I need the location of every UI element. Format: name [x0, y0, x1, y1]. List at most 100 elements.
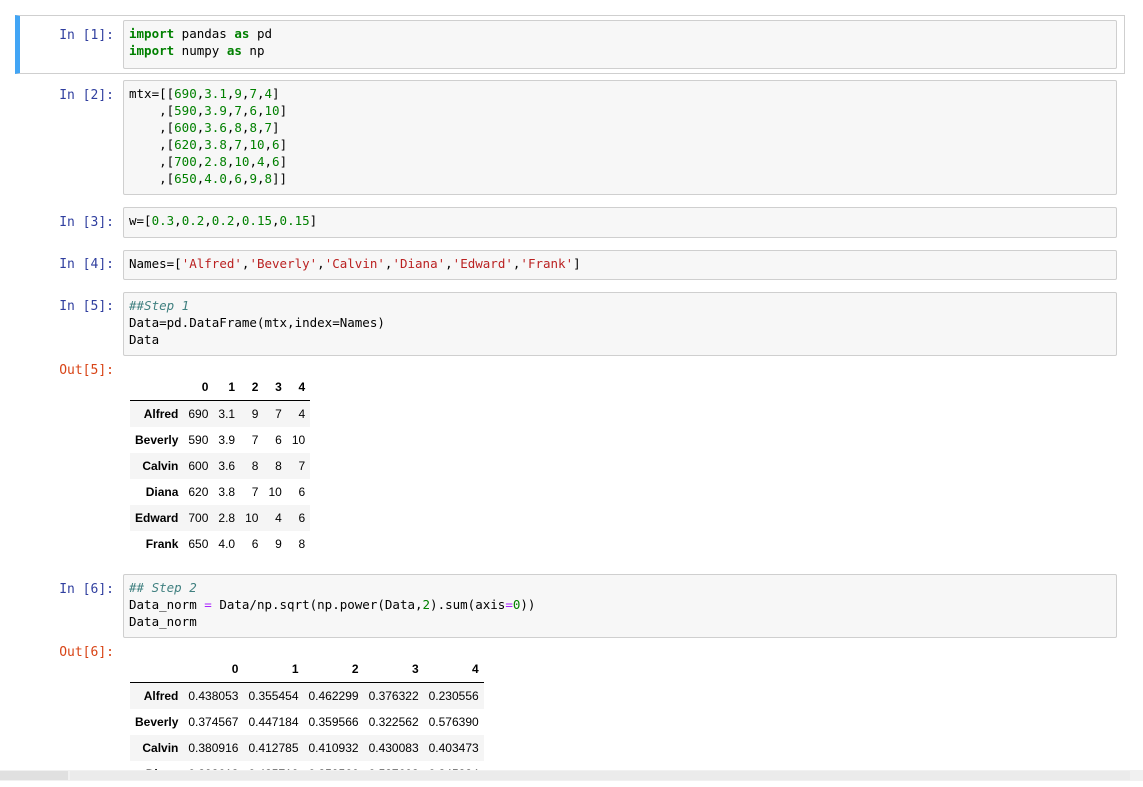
code-token: 0.15 [279, 213, 310, 228]
column-header: 1 [213, 374, 241, 401]
code-token: 700 [174, 154, 197, 169]
code-token: ##Step 1 [129, 298, 190, 313]
code-editor-1[interactable]: import pandas as pd import numpy as np [123, 20, 1117, 69]
row-label: Beverly [135, 433, 179, 447]
code-token: ] [309, 213, 318, 228]
horizontal-scrollbar[interactable] [0, 770, 1143, 781]
code-token: ] [573, 256, 581, 271]
table-row: Edward 700 2.8 10 4 6 [130, 505, 311, 531]
code-token: np [241, 43, 265, 58]
table-cell: 6 [275, 433, 282, 447]
input-prompt-1: In [1]: [59, 28, 114, 43]
code-token: 'Beverly' [249, 256, 318, 271]
code-editor-6[interactable]: ## Step 2 Data_norm = Data/np.sqrt(np.pow… [123, 574, 1117, 638]
dataframe-output-5: 01234 Alfred 690 3.1 9 7 4 Beverly 590 3.9 7 6 10 Ca… [130, 374, 311, 557]
table-header-row: 01234 [130, 656, 484, 683]
code-token: 9 [234, 86, 242, 101]
column-header: 3 [263, 374, 287, 401]
code-token: ] [272, 120, 280, 135]
table-row: Calvin 0.380916 0.412785 0.410932 0.430083 0.… [130, 735, 484, 761]
table-cell: 0.359566 [308, 715, 359, 729]
code-token: , [249, 154, 257, 169]
table-cell: 6 [298, 511, 306, 525]
table-cell: 0.322562 [368, 715, 419, 729]
table-row: Alfred 0.438053 0.355454 0.462299 0.376322 0.… [130, 682, 484, 709]
code-token: 'Diana' [392, 256, 446, 271]
column-header: 2 [303, 656, 364, 683]
code-token: = [204, 597, 212, 612]
code-token: 0.2 [211, 213, 235, 228]
column-header: 4 [286, 374, 311, 401]
code-token: 3.6 [204, 120, 227, 135]
code-editor-3[interactable]: w=[0.3,0.2,0.2,0.15,0.15] [123, 207, 1117, 238]
dataframe-output-6: 01234 Alfred 0.438053 0.355454 0.462299 0.37… [130, 656, 484, 787]
table-cell: 0.462299 [308, 689, 359, 703]
code-token: w=[ [129, 213, 152, 228]
code-editor-4[interactable]: Names=['Alfred','Beverly','Calvin','Dian… [123, 250, 1117, 280]
code-token: ,[ [129, 120, 175, 135]
code-token: Data [129, 332, 160, 347]
code-token: ## Step 2 [129, 580, 197, 595]
table-cell: 9 [275, 537, 282, 551]
column-header: 4 [423, 656, 484, 683]
table-cell: 9 [251, 407, 259, 421]
column-header [130, 656, 184, 683]
code-line: mtx=[[690,3.1,9,7,4] [129, 85, 1111, 102]
code-token: ,[ [129, 154, 175, 169]
code-token: ,[ [129, 171, 175, 186]
scrollbar-left-segment[interactable] [0, 771, 68, 780]
row-label: Alfred [143, 689, 179, 703]
scrollbar-track[interactable] [70, 771, 1130, 780]
code-token: 690 [174, 86, 197, 101]
code-token: 8 [249, 120, 257, 135]
table-cell: 0.412785 [248, 741, 299, 755]
code-token: 10 [264, 103, 280, 118]
table-row: Calvin 600 3.6 8 8 7 [130, 453, 311, 479]
input-prompt-4: In [4]: [59, 257, 114, 272]
code-token: 590 [174, 103, 197, 118]
code-token: numpy [174, 43, 227, 58]
code-token: = [505, 597, 513, 612]
table-cell: 0.376322 [368, 689, 419, 703]
code-token: 6 [234, 171, 242, 186]
code-token: 6 [249, 103, 257, 118]
code-line: Data_norm = Data/np.sqrt(np.power(Data,2… [129, 596, 1111, 613]
column-header [130, 374, 184, 401]
table-row: Alfred 690 3.1 9 7 4 [130, 400, 311, 427]
code-line: Data=pd.DataFrame(mtx,index=Names) [129, 314, 1111, 331]
code-token: , [256, 103, 265, 118]
table-cell: 8 [275, 459, 282, 473]
code-line: ## Step 2 [129, 579, 1111, 596]
table-cell: 0.230556 [428, 689, 479, 703]
column-header: 3 [363, 656, 424, 683]
code-editor-2[interactable]: mtx=[[690,3.1,9,7,4] ,[590,3.9,7,6,10] ,… [123, 80, 1117, 195]
table-cell: 0.447184 [248, 715, 299, 729]
code-token: 4.0 [204, 171, 227, 186]
code-token: 2.8 [204, 154, 227, 169]
code-token: )) [520, 597, 536, 612]
table-cell: 0.430083 [368, 741, 419, 755]
code-token: 6 [272, 154, 280, 169]
table-cell: 0.438053 [188, 689, 239, 703]
code-editor-5[interactable]: ##Step 1 Data=pd.DataFrame(mtx,index=Name… [123, 292, 1117, 356]
code-token: 4 [256, 154, 265, 169]
code-token: , [272, 213, 280, 228]
code-token: Data/np.sqrt(np.power(Data, [211, 597, 423, 612]
code-token: 600 [174, 120, 197, 135]
table-cell: 600 [188, 459, 209, 473]
code-line: Data [129, 331, 1111, 348]
code-token: ,[ [129, 137, 175, 152]
output-prompt-5: Out[5]: [59, 363, 114, 378]
code-token: , [445, 256, 453, 271]
code-token: ] [272, 86, 280, 101]
code-token: 3.8 [204, 137, 227, 152]
code-token: ] [279, 137, 288, 152]
table-cell: 7 [251, 485, 259, 499]
table-header-row: 01234 [130, 374, 311, 401]
table-cell: 0.403473 [428, 741, 479, 755]
code-token: 7 [234, 103, 242, 118]
code-token: 'Alfred' [181, 256, 242, 271]
code-token: , [234, 213, 242, 228]
code-token: import [129, 43, 175, 58]
code-token: ] [279, 154, 288, 169]
